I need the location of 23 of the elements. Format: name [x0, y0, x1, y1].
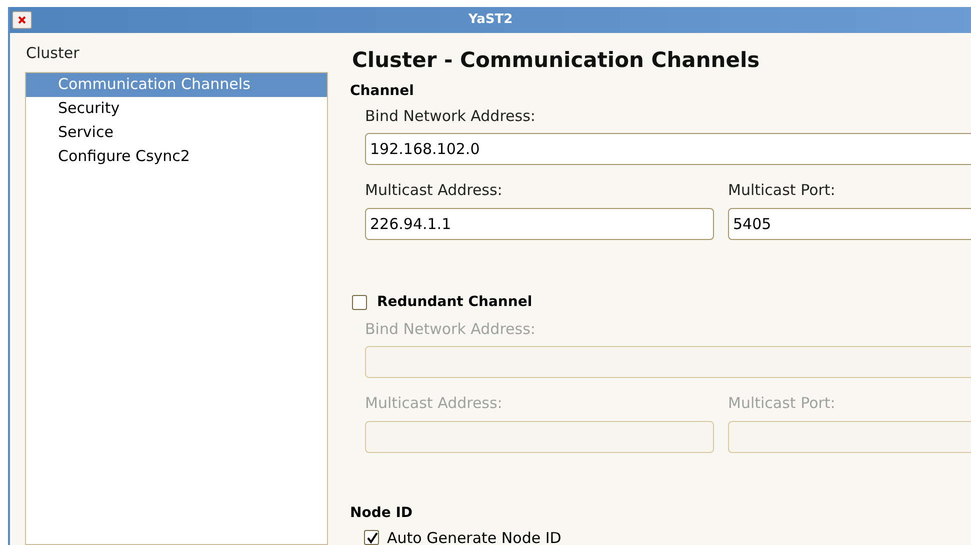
- sidebar-item[interactable]: Configure Csync2: [26, 144, 327, 168]
- multicast-port-field[interactable]: 5405: [728, 208, 971, 240]
- checkmark-icon: [366, 532, 378, 544]
- field-label: Multicast Port:: [728, 393, 836, 414]
- bind-address-field[interactable]: 192.168.102.0: [365, 133, 971, 165]
- close-icon: [18, 16, 26, 24]
- sidebar-item[interactable]: Service: [26, 120, 327, 144]
- multicast-address-field[interactable]: 226.94.1.1: [365, 208, 714, 240]
- checkbox-label: Redundant Channel: [377, 292, 532, 312]
- field-label: Bind Network Address:: [365, 318, 536, 340]
- window-title: YaST2: [468, 11, 513, 30]
- section-heading: Channel: [350, 82, 415, 100]
- section-heading: Node ID: [350, 504, 414, 522]
- sidebar-item[interactable]: Security: [26, 96, 327, 120]
- page-title: Cluster - Communication Channels: [352, 47, 761, 74]
- sidebar-heading: Cluster: [26, 43, 80, 64]
- field-label: Multicast Address:: [365, 180, 504, 201]
- close-button[interactable]: [12, 11, 32, 29]
- checkbox-label: Auto Generate Node ID: [387, 528, 562, 545]
- field-label: Multicast Port:: [728, 180, 836, 201]
- checkbox[interactable]: [364, 530, 379, 545]
- field-label: Multicast Address:: [365, 393, 504, 414]
- field-label: Bind Network Address:: [365, 106, 536, 126]
